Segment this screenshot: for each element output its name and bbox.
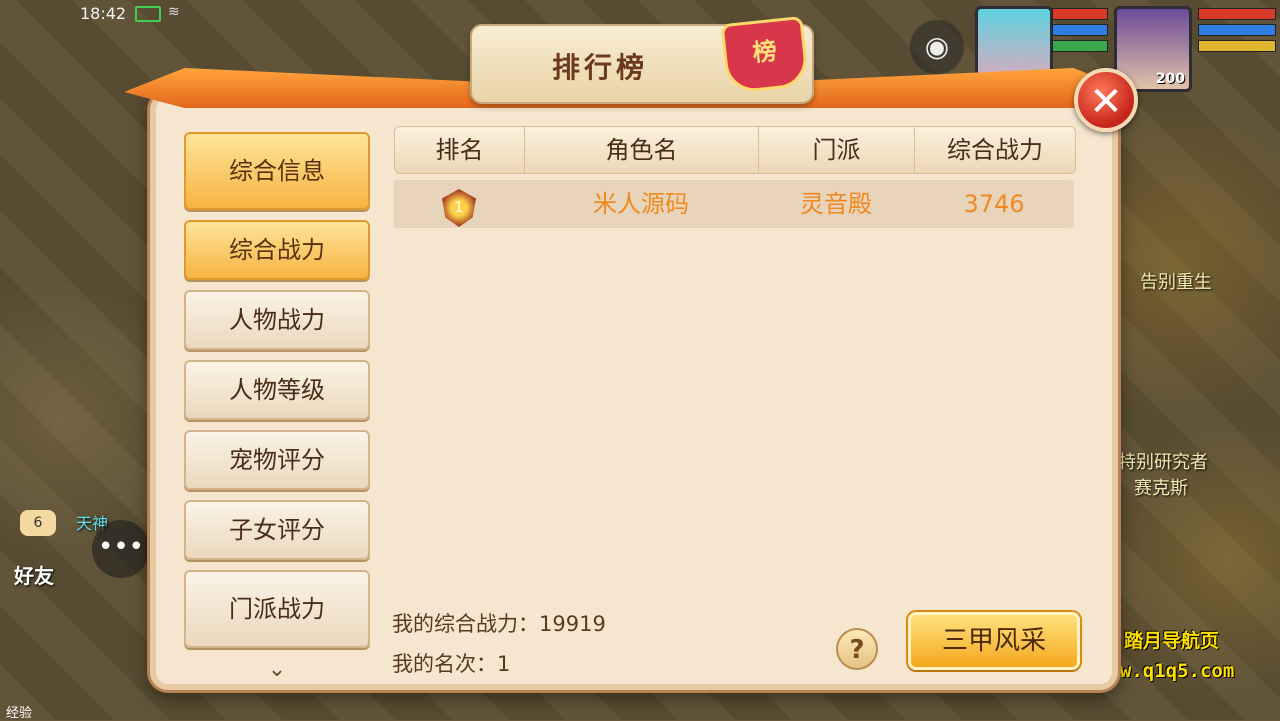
column-header-rank: 排名 [395, 127, 525, 173]
rank-medal-icon: 1 [442, 189, 476, 227]
menu-item-pet-score[interactable]: 宠物评分 [184, 430, 370, 490]
my-rank-value: 1 [497, 652, 511, 676]
friend-button[interactable]: 6 好友 [12, 510, 82, 588]
battery-icon [135, 6, 161, 22]
close-icon[interactable]: ✕ [1074, 68, 1138, 132]
top-three-button[interactable]: 三甲风采 [908, 612, 1080, 670]
party-bars-1 [1052, 8, 1108, 56]
panel-title-scroll: 排行榜 榜 [470, 15, 814, 104]
chevron-down-icon[interactable]: ⌄ [184, 659, 370, 684]
ranking-category-menu: 综合信息 综合战力 人物战力 人物等级 宠物评分 子女评分 门派战力 [184, 132, 374, 658]
status-time: 18:42 [80, 4, 127, 23]
table-row[interactable]: 1 米人源码 灵音殿 3746 [394, 180, 1074, 228]
menu-item-overview[interactable]: 综合信息 [184, 132, 370, 210]
menu-item-character-power[interactable]: 人物战力 [184, 290, 370, 350]
npc-label: 赛克斯 [1134, 478, 1188, 499]
wifi-icon: ≋ [168, 4, 180, 20]
party-bars-2 [1198, 8, 1276, 56]
watermark-title: 踏月导航页 [1124, 630, 1220, 652]
column-header-school: 门派 [759, 127, 915, 173]
my-power-value: 19919 [539, 612, 606, 636]
panel-title: 排行榜 [552, 51, 649, 84]
rank-cell: 1 [394, 180, 524, 228]
npc-label: 特别研究者 [1118, 452, 1208, 473]
my-rank-label: 我的名次： [392, 652, 497, 676]
my-rank: 我的名次：1 [392, 648, 510, 678]
chat-bubble-icon[interactable]: ••• [92, 520, 150, 578]
my-power: 我的综合战力：19919 [392, 608, 606, 638]
power-cell: 3746 [963, 190, 1025, 218]
friend-label: 好友 [14, 564, 54, 588]
party-level-2: 200 [1155, 71, 1185, 87]
menu-item-character-level[interactable]: 人物等级 [184, 360, 370, 420]
camera-icon[interactable]: ◉ [910, 20, 964, 74]
menu-item-child-score[interactable]: 子女评分 [184, 500, 370, 560]
school-cell: 灵音殿 [800, 190, 872, 218]
my-power-label: 我的综合战力： [392, 612, 539, 636]
ranking-table-header: 排名 角色名 门派 综合战力 [394, 126, 1076, 174]
column-header-name: 角色名 [525, 127, 759, 173]
column-header-power: 综合战力 [947, 136, 1043, 164]
npc-label: 告别重生 [1140, 272, 1212, 293]
ranking-badge-icon: 榜 [720, 15, 810, 95]
help-icon[interactable]: ? [836, 628, 878, 670]
name-cell: 米人源码 [593, 190, 689, 218]
menu-item-total-power[interactable]: 综合战力 [184, 220, 370, 280]
friend-count-badge: 6 [20, 510, 56, 536]
xp-label: 经验 [6, 706, 33, 721]
menu-item-school-power[interactable]: 门派战力 [184, 570, 370, 648]
